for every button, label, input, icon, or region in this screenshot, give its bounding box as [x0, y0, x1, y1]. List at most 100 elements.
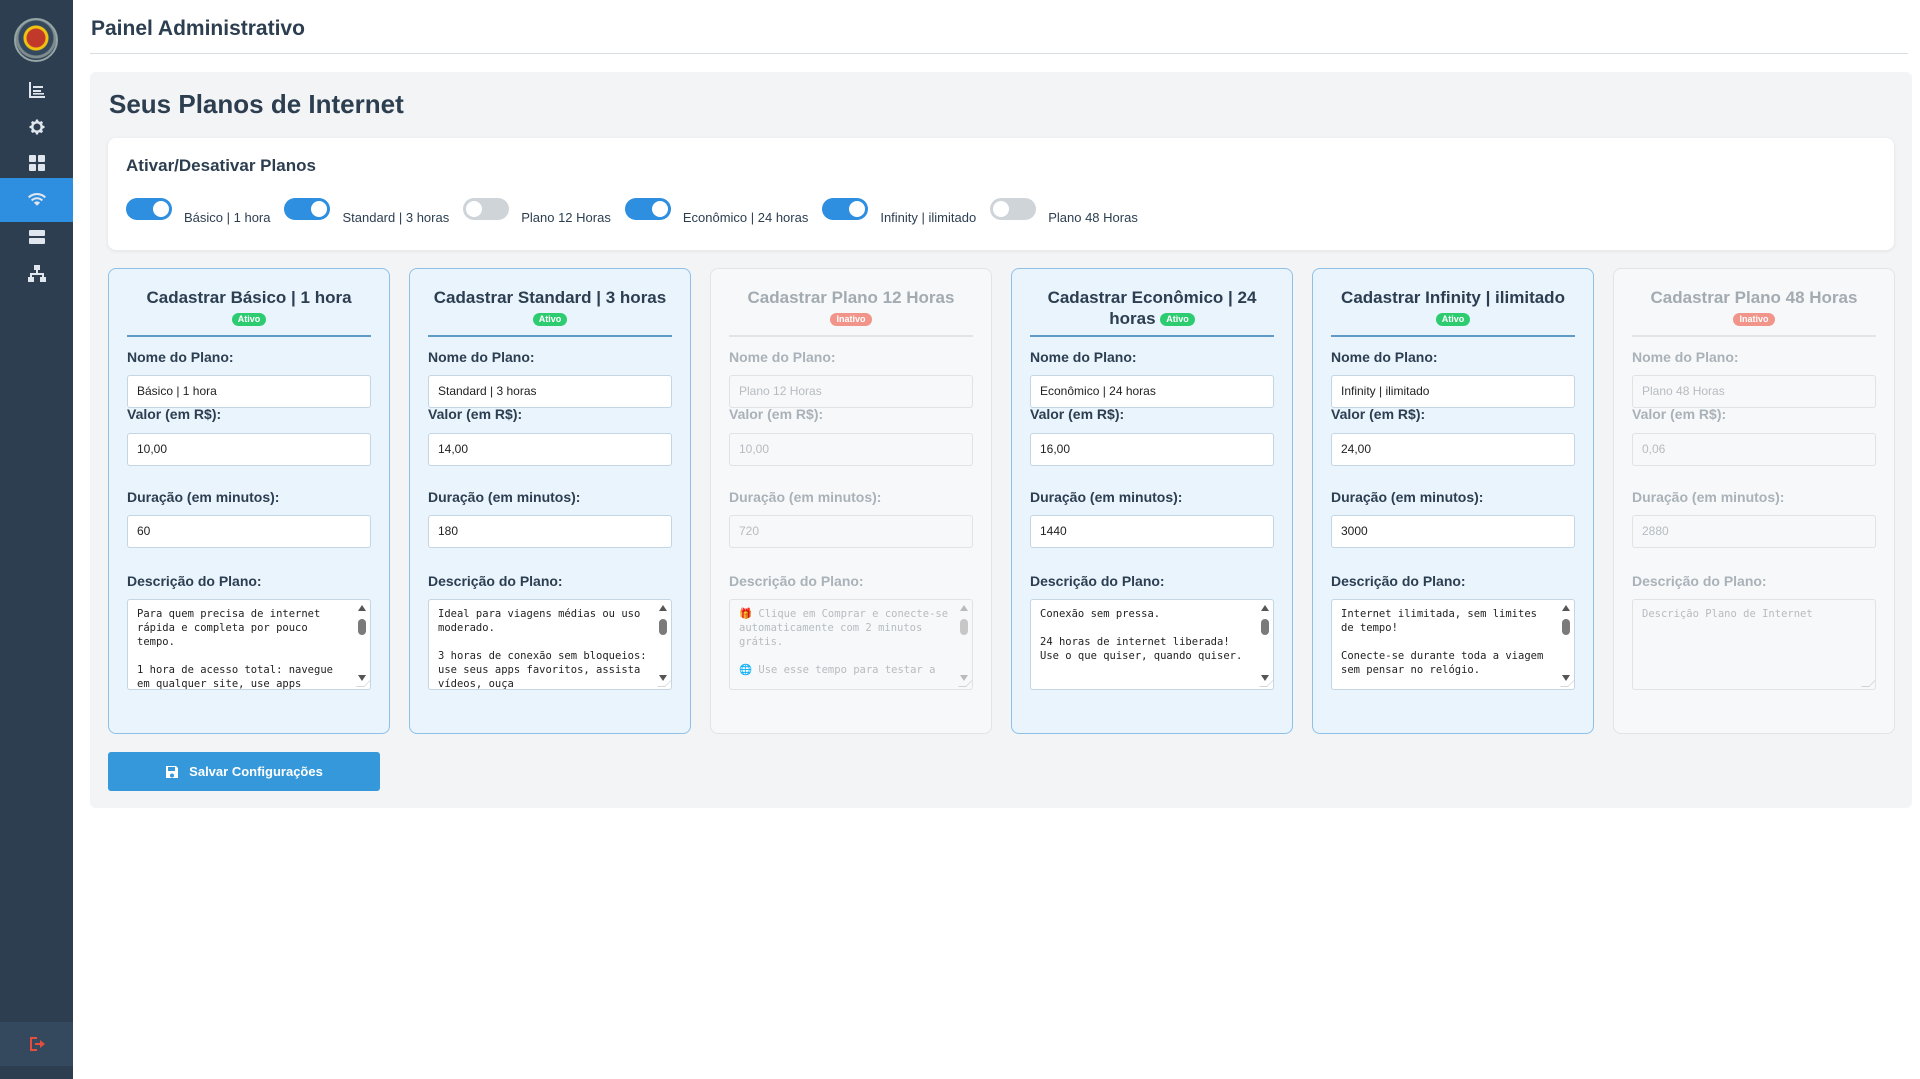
description-label: Descrição do Plano:	[1331, 573, 1466, 589]
status-badge: Ativo	[532, 313, 568, 327]
card-title-text: Cadastrar Plano 48 Horas	[1650, 288, 1858, 307]
toggles-title: Ativar/Desativar Planos	[126, 156, 316, 175]
toggle-switch-standard[interactable]	[284, 197, 331, 220]
plan-duration-input[interactable]: 1440	[1030, 515, 1274, 548]
plan-description-textarea: 🎁 Clique em Comprar e conecte-se automat…	[729, 599, 973, 690]
status-badge: Ativo	[1160, 313, 1195, 327]
sidebar-item-network[interactable]	[0, 252, 73, 296]
toggle-knob	[153, 200, 169, 217]
scroll-thumb[interactable]	[1261, 619, 1269, 635]
card-title-text: Cadastrar Standard | 3 horas	[433, 288, 667, 307]
resize-grip-icon	[1861, 679, 1875, 687]
toggle-item: Econômico | 24 horas	[624, 197, 809, 225]
textarea-scrollbar[interactable]	[1260, 603, 1270, 685]
toggle-knob	[651, 200, 668, 217]
toggle-label: Econômico | 24 horas	[682, 210, 809, 225]
plan-card-economico: Cadastrar Econômico | 24 horas Ativo Nom…	[1011, 268, 1293, 734]
scroll-up-arrow[interactable]	[1261, 605, 1269, 611]
toggle-switch-economico[interactable]	[624, 197, 671, 220]
plan-card-plano-12: Cadastrar Plano 12 Horas Inativo Nome do …	[710, 268, 992, 734]
duration-label: Duração (em minutos):	[1030, 489, 1183, 505]
scroll-up-arrow[interactable]	[358, 605, 366, 611]
scroll-thumb[interactable]	[358, 619, 366, 635]
plan-card-standard: Cadastrar Standard | 3 horas Ativo Nome d…	[409, 268, 691, 734]
description-text: Ideal para viagens médias ou uso moderad…	[438, 608, 647, 690]
plan-duration-input[interactable]: 3000	[1331, 515, 1575, 548]
toggle-knob	[311, 200, 328, 217]
price-label: Valor (em R$):	[729, 406, 824, 422]
plan-name-input[interactable]: Econômico | 24 horas	[1030, 375, 1274, 408]
toggle-knob	[466, 200, 483, 217]
description-label: Descrição do Plano:	[127, 573, 262, 589]
toggle-switch-plano-12[interactable]	[463, 197, 510, 220]
toggle-switch-basico[interactable]	[126, 197, 172, 220]
toggle-item: Plano 12 Horas	[463, 197, 611, 225]
textarea-scrollbar	[959, 603, 969, 685]
plan-price-input[interactable]: 10,00	[127, 433, 371, 466]
toggle-label: Básico | 1 hora	[184, 210, 271, 225]
toggle-item: Básico | 1 hora	[126, 197, 271, 225]
save-settings-button[interactable]: Salvar Configurações	[108, 752, 380, 791]
plan-duration-input: 720	[729, 515, 973, 548]
plan-description-textarea[interactable]: Ideal para viagens médias ou uso moderad…	[428, 599, 672, 690]
card-title-text: Cadastrar Econômico | 24 horas	[1047, 288, 1257, 328]
plan-name-input[interactable]: Infinity | ilimitado	[1331, 375, 1575, 408]
plan-name-input[interactable]: Básico | 1 hora	[127, 375, 371, 408]
plan-name-input: Plano 48 Horas	[1632, 375, 1876, 408]
plan-description-textarea[interactable]: Internet ilimitada, sem limites de tempo…	[1331, 599, 1575, 690]
description-label: Descrição do Plano:	[1632, 573, 1767, 589]
chart-icon	[28, 82, 45, 98]
logout-icon	[29, 1037, 45, 1051]
name-label: Nome do Plano:	[1030, 349, 1137, 365]
plan-price-input[interactable]: 16,00	[1030, 433, 1274, 466]
name-label: Nome do Plano:	[729, 349, 836, 365]
scroll-thumb[interactable]	[1562, 619, 1570, 635]
grid-icon	[28, 155, 45, 171]
duration-label: Duração (em minutos):	[1331, 489, 1484, 505]
status-badge: Ativo	[1435, 313, 1471, 327]
plan-price-input[interactable]: 24,00	[1331, 433, 1575, 466]
toggle-item: Standard | 3 horas	[284, 197, 449, 225]
toggle-switch-infinity[interactable]	[822, 197, 869, 220]
page-title: Seus Planos de Internet	[109, 89, 404, 119]
server-icon	[28, 230, 45, 244]
status-badge: Ativo	[231, 313, 267, 327]
plan-price-input[interactable]: 14,00	[428, 433, 672, 466]
description-label: Descrição do Plano:	[729, 573, 864, 589]
logo	[14, 18, 58, 62]
logout-button[interactable]	[0, 1022, 73, 1066]
wifi-icon	[27, 193, 46, 206]
toggle-item: Infinity | ilimitado	[822, 197, 976, 225]
plan-duration-input[interactable]: 180	[428, 515, 672, 548]
toggle-label: Plano 48 Horas	[1048, 210, 1138, 225]
plan-duration-input[interactable]: 60	[127, 515, 371, 548]
plan-toggles-box: Ativar/Desativar Planos Básico | 1 hora …	[108, 138, 1894, 250]
plan-description-textarea[interactable]: Para quem precisa de internet rápida e c…	[127, 599, 371, 690]
description-label: Descrição do Plano:	[428, 573, 563, 589]
description-text: Para quem precisa de internet rápida e c…	[137, 608, 333, 690]
scroll-up-arrow[interactable]	[659, 605, 667, 611]
card-divider	[1030, 335, 1274, 337]
textarea-scrollbar[interactable]	[1561, 603, 1571, 685]
price-label: Valor (em R$):	[127, 406, 222, 422]
toggle-switch-plano-48[interactable]	[990, 197, 1037, 220]
plan-description-textarea[interactable]: Conexão sem pressa. 24 horas de internet…	[1030, 599, 1274, 690]
textarea-scrollbar[interactable]	[357, 603, 367, 685]
card-title: Cadastrar Básico | 1 hora Ativo	[121, 287, 377, 329]
plan-name-input[interactable]: Standard | 3 horas	[428, 375, 672, 408]
name-label: Nome do Plano:	[1331, 349, 1438, 365]
save-button-label: Salvar Configurações	[189, 764, 323, 779]
textarea-scrollbar[interactable]	[658, 603, 668, 685]
plan-price-input: 10,00	[729, 433, 973, 466]
description-placeholder: Descrição Plano de Internet	[1642, 608, 1813, 620]
card-title-text: Cadastrar Infinity | ilimitado	[1341, 288, 1565, 307]
duration-label: Duração (em minutos):	[127, 489, 280, 505]
card-title-text: Cadastrar Básico | 1 hora	[146, 288, 352, 307]
gear-icon	[29, 119, 44, 135]
scroll-thumb	[960, 619, 968, 635]
scroll-up-arrow[interactable]	[1562, 605, 1570, 611]
plan-card-plano-48: Cadastrar Plano 48 Horas Inativo Nome do …	[1613, 268, 1895, 734]
description-text: 🎁 Clique em Comprar e conecte-se automat…	[739, 608, 949, 676]
price-label: Valor (em R$):	[428, 406, 523, 422]
scroll-thumb[interactable]	[659, 619, 667, 635]
